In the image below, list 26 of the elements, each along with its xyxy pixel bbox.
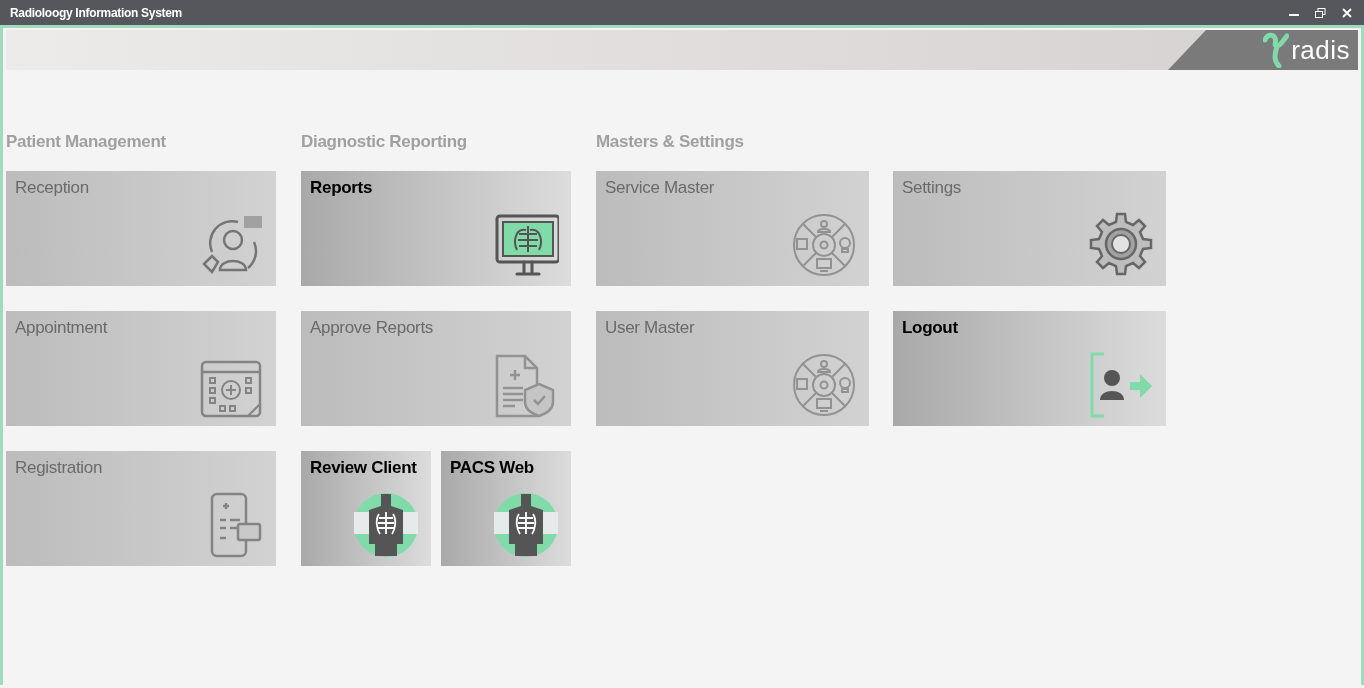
menu-tile[interactable]: Registration	[6, 451, 276, 566]
menu-tile[interactable]: Service Master	[596, 171, 869, 286]
menu-tile[interactable]: PACS Web	[441, 451, 571, 566]
section-heading: Diagnostic Reporting	[301, 132, 468, 152]
section-heading: Masters & Settings	[596, 132, 745, 152]
menu-tile[interactable]: Appointment	[6, 311, 276, 426]
menu-tile[interactable]: User Master	[596, 311, 869, 426]
close-icon[interactable]	[1342, 7, 1352, 18]
menu-tile[interactable]: Reception	[6, 171, 276, 286]
menu-tile[interactable]: Reports	[301, 171, 571, 286]
circular-hub-icon	[791, 212, 857, 278]
section-heading: Patient Management	[6, 132, 167, 152]
chest-xray-icon	[353, 492, 419, 558]
logout-icon	[1088, 352, 1154, 418]
menu-tile[interactable]: Review Client	[301, 451, 431, 566]
logo-swirl-icon	[1263, 32, 1290, 68]
logo-text: radis	[1291, 34, 1350, 66]
settings-icon	[1088, 212, 1154, 278]
menu-tile[interactable]: Logout	[893, 311, 1166, 426]
restore-icon[interactable]	[1315, 7, 1326, 18]
menu-tile[interactable]: Approve Reports	[301, 311, 571, 426]
window-title: Radioloogy Information System	[10, 5, 182, 20]
chest-xray-icon	[493, 492, 559, 558]
menu-tile[interactable]: Settings	[893, 171, 1166, 286]
circular-hub-icon	[791, 352, 857, 418]
monitor-xray-icon	[493, 212, 559, 278]
